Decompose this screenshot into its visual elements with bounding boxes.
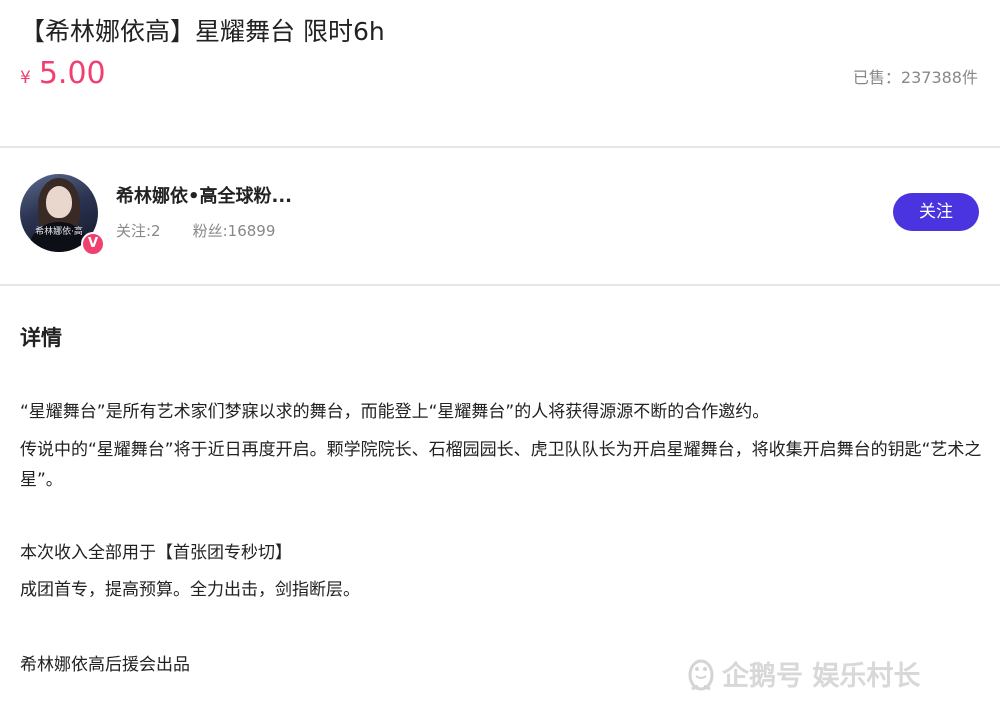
avatar-caption: 希林娜依·高 (35, 227, 83, 237)
watermark: 企鹅号 娱乐村长 (686, 654, 920, 694)
sold-count: 已售：237388件 (852, 68, 978, 87)
avatar-face (46, 186, 72, 218)
detail-paragraph: “星耀舞台”是所有艺术家们梦寐以求的舞台，而能登上“星耀舞台”的人将获得源源不断… (20, 402, 770, 422)
price-amount: 5.00 (38, 56, 106, 91)
follow-button[interactable]: 关注 (893, 193, 979, 231)
author-stats: 关注:2 粉丝:16899 (116, 220, 275, 241)
fans-count: 粉丝:16899 (192, 222, 276, 240)
author-name[interactable]: 希林娜依•高全球粉... (116, 182, 292, 208)
detail-paragraph: 成团首专，提高预算。全力出击，剑指断层。 (20, 580, 360, 600)
currency-symbol: ¥ (20, 68, 31, 88)
detail-heading: 详情 (20, 326, 62, 350)
price: ¥5.00 (20, 56, 106, 96)
watermark-text: 企鹅号 娱乐村长 (722, 661, 921, 692)
following-count: 关注:2 (116, 222, 161, 240)
detail-paragraph: 本次收入全部用于【首张团专秒切】 (20, 543, 292, 563)
product-header: 【希林娜依高】星耀舞台 限时6h ¥5.00 已售：237388件 (0, 0, 1000, 146)
author-card: 希林娜依·高 V 希林娜依•高全球粉... 关注:2 粉丝:16899 关注 (0, 148, 1000, 284)
verified-icon: V (81, 232, 105, 256)
detail-paragraph: 传说中的“星耀舞台”将于近日再度开启。颗学院院长、石榴园园长、虎卫队队长为开启星… (20, 440, 982, 490)
detail-section: 详情 “星耀舞台”是所有艺术家们梦寐以求的舞台，而能登上“星耀舞台”的人将获得源… (0, 286, 1000, 710)
product-title: 【希林娜依高】星耀舞台 限时6h (20, 17, 385, 46)
penguin-icon (688, 659, 714, 690)
